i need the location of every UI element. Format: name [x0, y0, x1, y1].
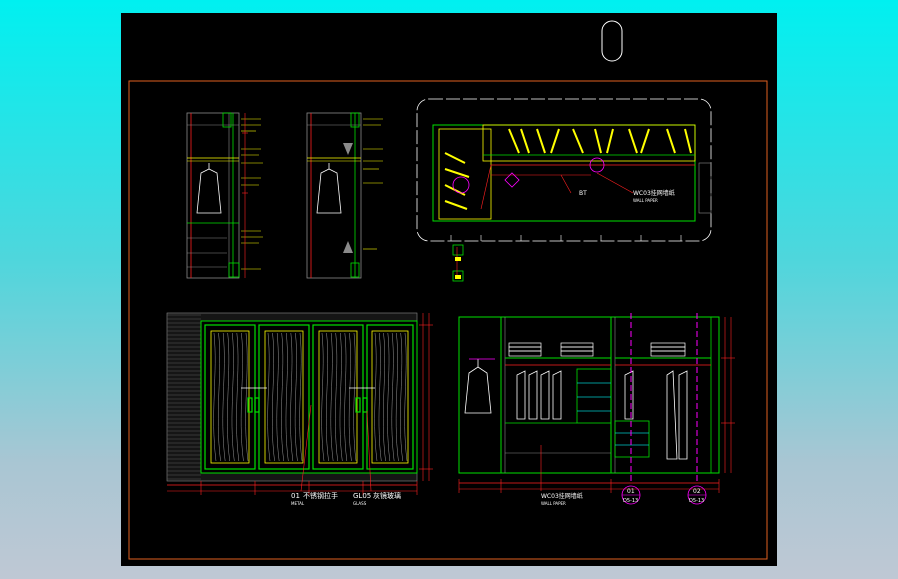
interior-elevation: WC03挂网墙纸 WALL PAPER 01 D5-13 02 D5-13 [458, 313, 735, 506]
drawing-sheet: BT WC03挂网墙纸 WALL PAPER 01 不锈钢拉手 METAL GL… [121, 13, 777, 566]
section-elevation-2 [306, 112, 383, 279]
cad-drawing: BT WC03挂网墙纸 WALL PAPER 01 不锈钢拉手 METAL GL… [128, 20, 768, 560]
door-label-01: 01 [291, 492, 300, 500]
door-label-gl05: GL05 [353, 492, 371, 500]
door-elevation: 01 不锈钢拉手 METAL GL05 灰镜玻璃 GLASS [166, 312, 433, 506]
section-elevation-1 [186, 112, 263, 279]
plan-sub-wallpaper: WALL PAPER [633, 198, 658, 203]
door-text-metal: 不锈钢拉手 [303, 491, 338, 500]
plan-label-wallpaper: WC03挂网墙纸 [633, 189, 675, 197]
interior-label-wallpaper: WC03挂网墙纸 [541, 492, 583, 500]
door-sub-glass: GLASS [353, 501, 367, 506]
callout-01-top: 01 [627, 488, 635, 495]
title-mark [601, 20, 623, 62]
door-sub-metal: METAL [291, 501, 305, 506]
callout-02: 02 D5-13 [687, 485, 707, 505]
door-text-glass: 灰镜玻璃 [373, 491, 401, 500]
callout-02-bottom: D5-13 [689, 498, 704, 504]
callout-02-top: 02 [693, 488, 701, 495]
interior-sub-wallpaper: WALL PAPER [541, 501, 566, 506]
plan-view: BT WC03挂网墙纸 WALL PAPER [416, 98, 712, 282]
callout-01-bottom: D5-13 [623, 498, 638, 504]
callout-01: 01 D5-13 [621, 485, 641, 505]
plan-label-bt: BT [579, 190, 587, 197]
